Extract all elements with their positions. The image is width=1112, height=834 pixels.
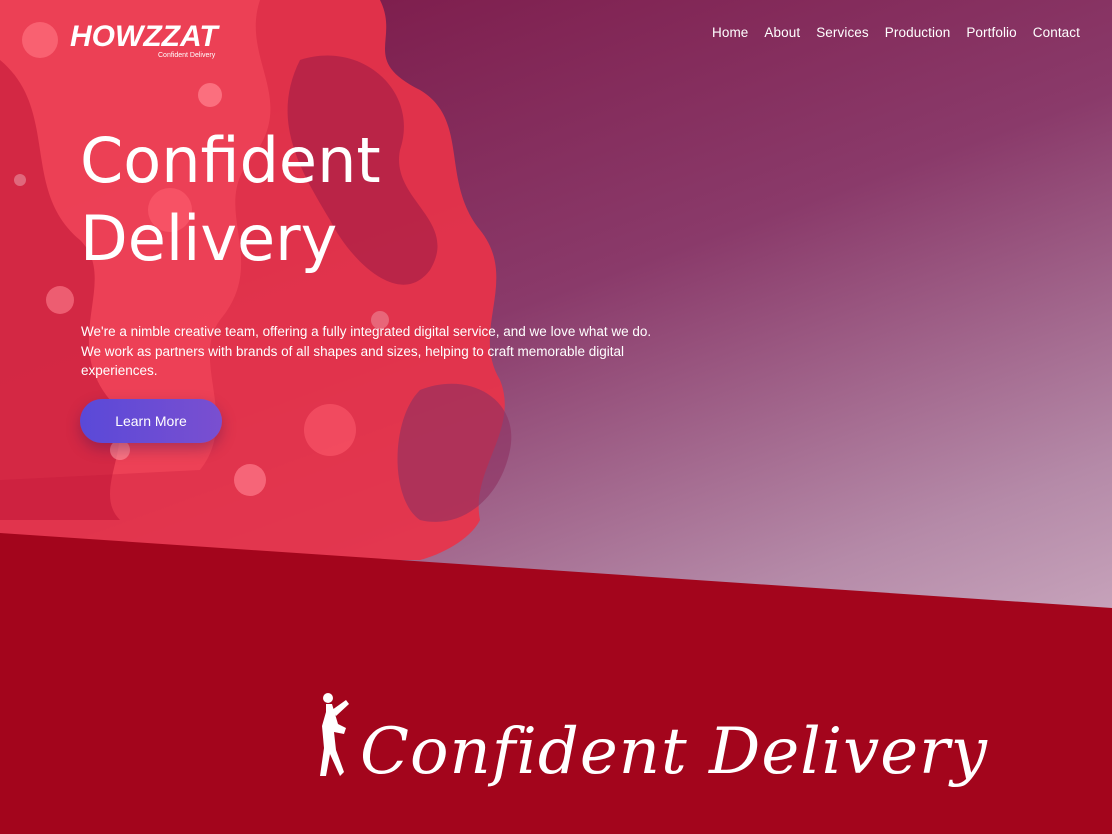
red-diagonal-band — [0, 533, 1112, 834]
confident-delivery-script-title: Confident Delivery — [360, 715, 988, 789]
cricket-player-icon — [320, 693, 349, 776]
